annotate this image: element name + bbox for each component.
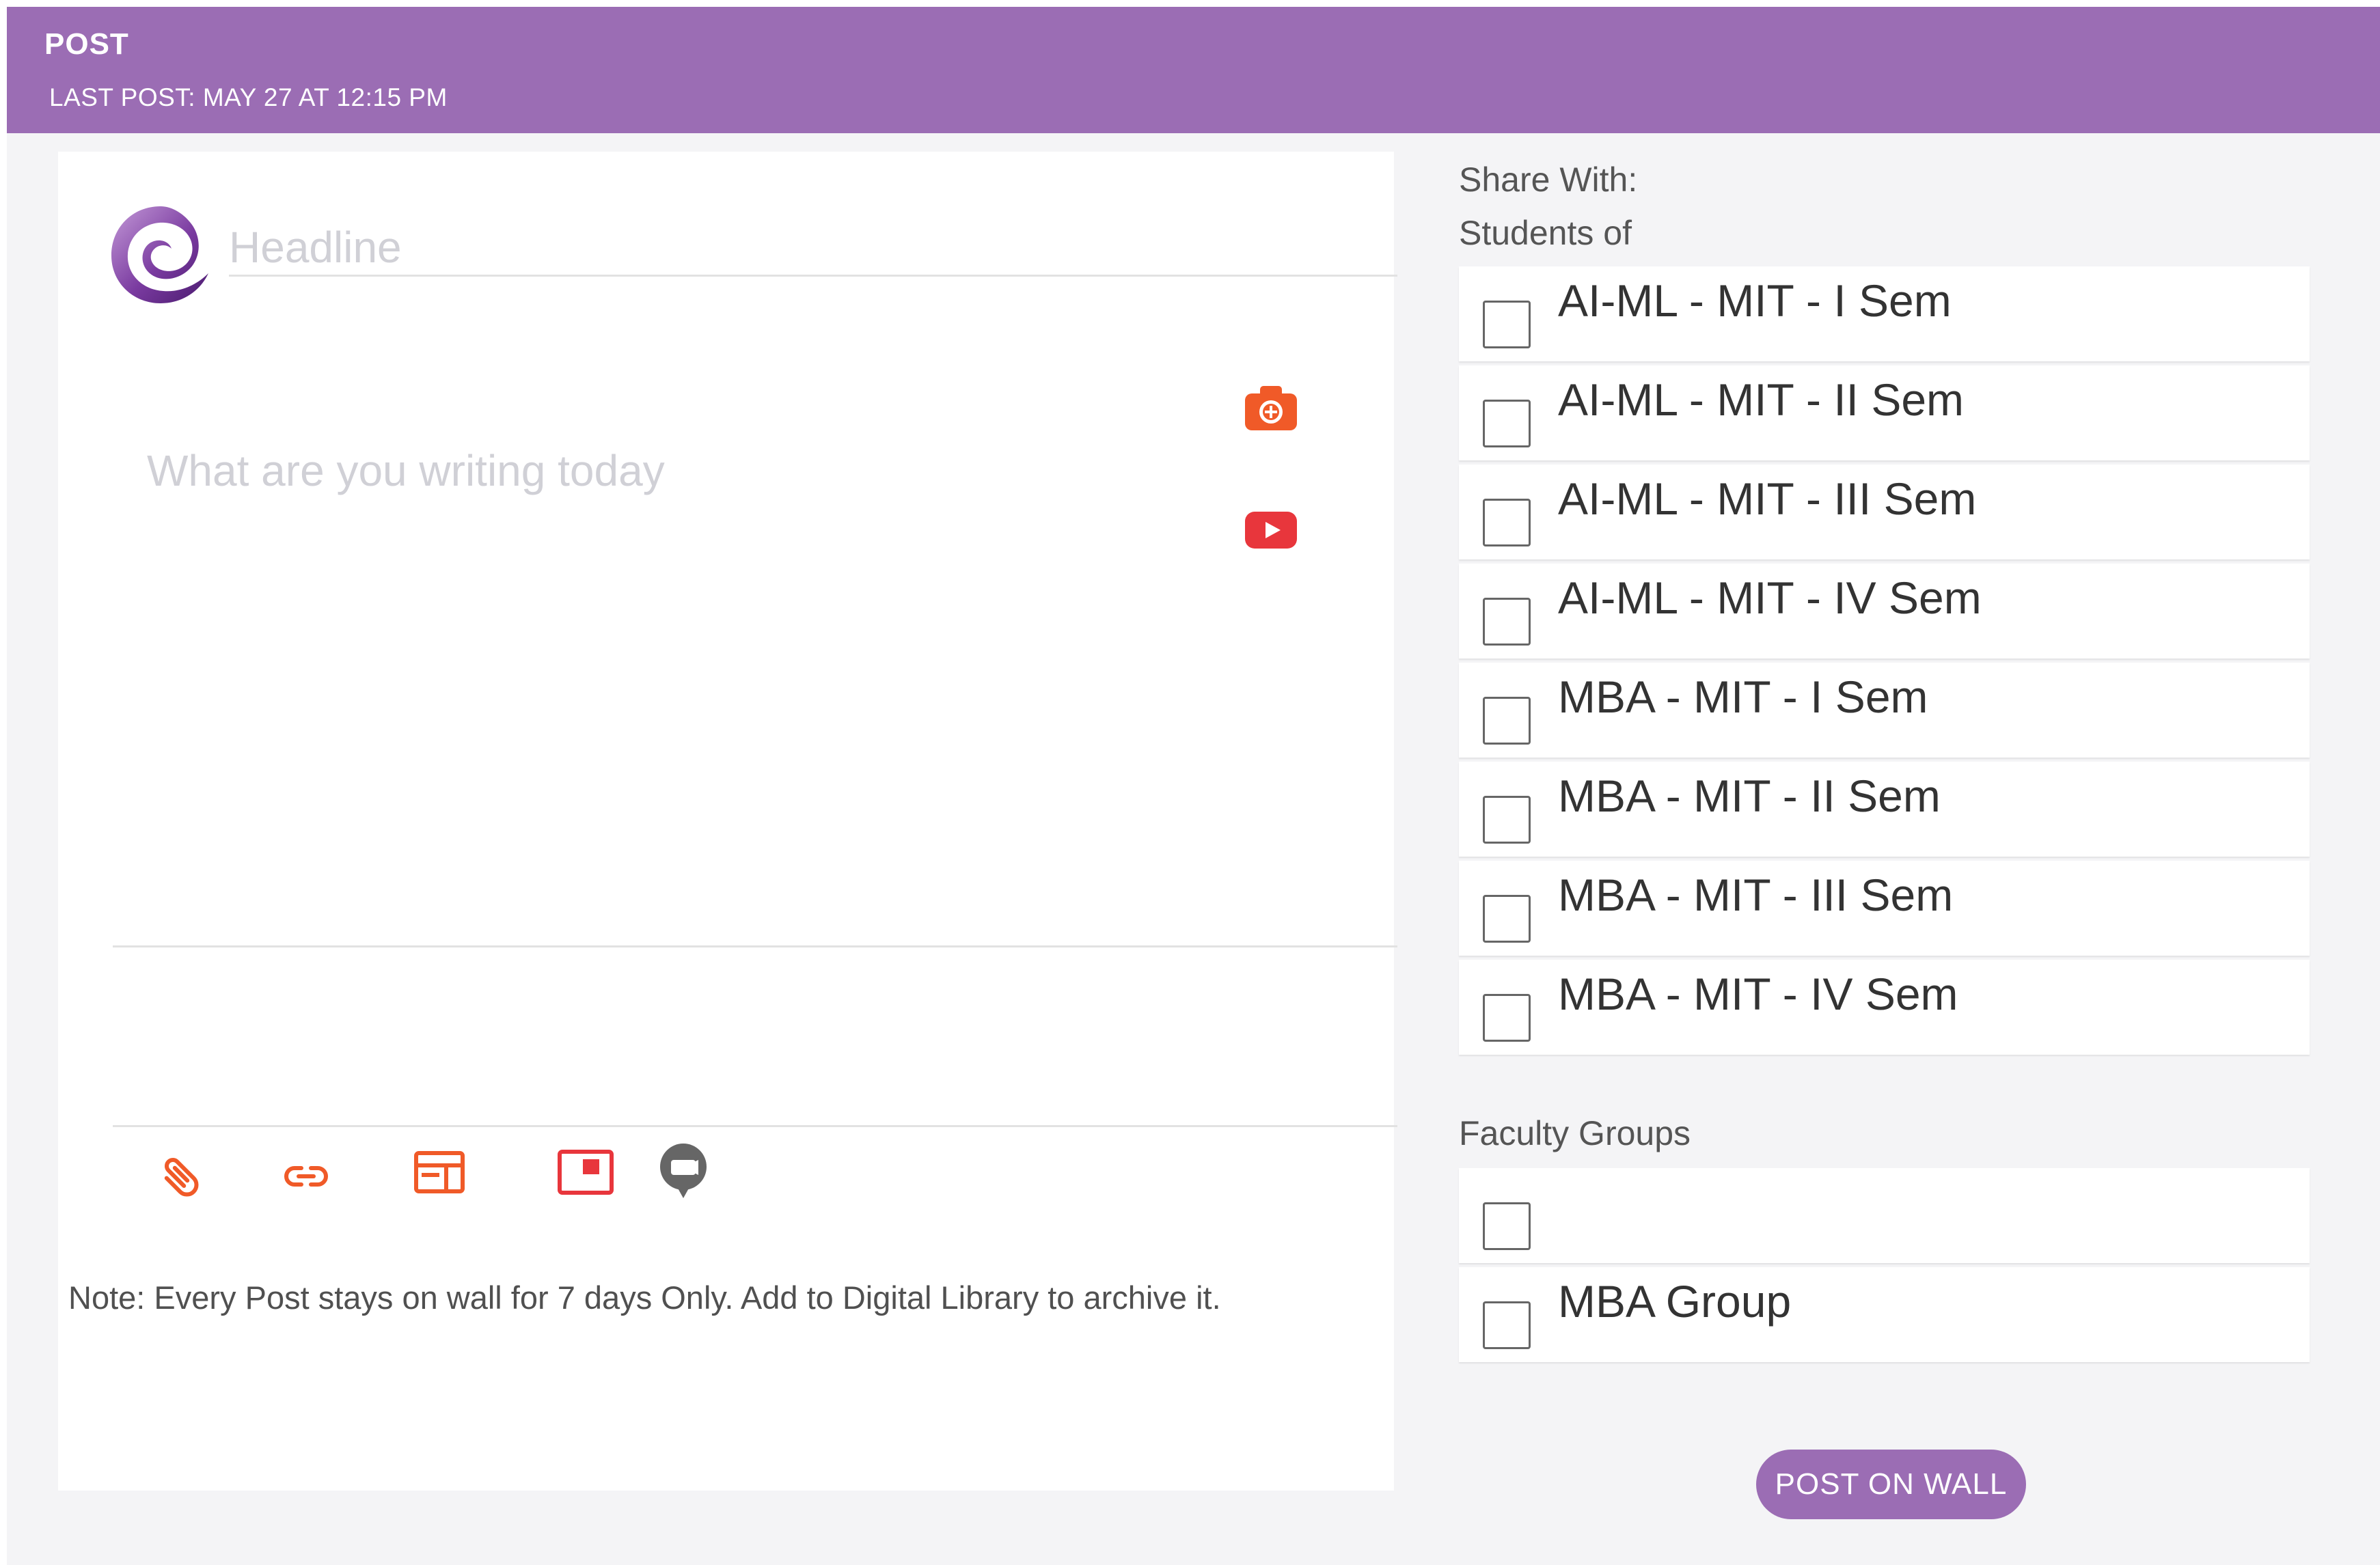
slideshow-icon[interactable]	[557, 1149, 614, 1195]
page: POST LAST POST: MAY 27 AT 12:15 PM Headl…	[7, 7, 2380, 1565]
student-group-label: AI-ML - MIT - III Sem	[1558, 473, 1977, 524]
student-group-label: MBA - MIT - IV Sem	[1558, 969, 1958, 1019]
checkbox[interactable]	[1483, 895, 1531, 943]
retention-note: Note: Every Post stays on wall for 7 day…	[68, 1279, 1221, 1316]
checkbox[interactable]	[1483, 1301, 1531, 1349]
page-header: POST LAST POST: MAY 27 AT 12:15 PM	[7, 7, 2380, 133]
share-with-label: Share With:	[1459, 161, 1638, 199]
last-post-timestamp: LAST POST: MAY 27 AT 12:15 PM	[49, 83, 448, 111]
page-title: POST	[44, 27, 129, 61]
student-group-option[interactable]: AI-ML - MIT - II Sem	[1459, 365, 2310, 460]
post-composer: Note: Every Post stays on wall for 7 day…	[58, 152, 1397, 1491]
post-on-wall-button[interactable]: POST ON WALL	[1756, 1450, 2026, 1519]
student-group-option[interactable]: AI-ML - MIT - I Sem	[1459, 266, 2310, 361]
student-group-label: MBA - MIT - II Sem	[1558, 771, 1941, 821]
checkbox[interactable]	[1483, 994, 1531, 1042]
checkbox[interactable]	[1483, 697, 1531, 745]
checkbox[interactable]	[1483, 400, 1531, 447]
students-of-label: Students of	[1459, 214, 1632, 252]
checkbox[interactable]	[1483, 301, 1531, 348]
link-icon[interactable]	[284, 1163, 329, 1190]
faculty-group-label: MBA Group	[1558, 1276, 1792, 1327]
student-group-option[interactable]: MBA - MIT - II Sem	[1459, 762, 2310, 857]
faculty-group-option[interactable]: MBA Group	[1459, 1267, 2310, 1362]
checkbox[interactable]	[1483, 796, 1531, 844]
layout-icon[interactable]	[413, 1150, 465, 1194]
student-group-option[interactable]: AI-ML - MIT - IV Sem	[1459, 564, 2310, 659]
faculty-group-option[interactable]	[1459, 1168, 2310, 1263]
student-group-option[interactable]: AI-ML - MIT - III Sem	[1459, 465, 2310, 559]
paperclip-icon[interactable]	[157, 1150, 205, 1198]
student-group-label: MBA - MIT - III Sem	[1558, 870, 1954, 920]
youtube-icon[interactable]	[1244, 510, 1298, 550]
faculty-groups-label: Faculty Groups	[1459, 1114, 1691, 1152]
student-group-label: AI-ML - MIT - II Sem	[1558, 374, 1965, 425]
chat-bubble-icon[interactable]	[656, 1141, 711, 1201]
student-group-option[interactable]: MBA - MIT - III Sem	[1459, 861, 2310, 956]
student-group-label: AI-ML - MIT - I Sem	[1558, 275, 1952, 326]
student-group-label: MBA - MIT - I Sem	[1558, 671, 1928, 722]
headline-input[interactable]	[229, 220, 1397, 277]
checkbox[interactable]	[1483, 499, 1531, 546]
checkbox[interactable]	[1483, 598, 1531, 646]
student-group-label: AI-ML - MIT - IV Sem	[1558, 572, 1982, 623]
divider	[113, 1125, 1397, 1127]
student-group-option[interactable]: MBA - MIT - IV Sem	[1459, 960, 2310, 1055]
app-logo	[111, 206, 208, 303]
checkbox[interactable]	[1483, 1202, 1531, 1250]
post-body-input[interactable]	[147, 445, 1240, 507]
camera-icon[interactable]	[1244, 384, 1298, 432]
student-group-option[interactable]: MBA - MIT - I Sem	[1459, 663, 2310, 758]
divider	[113, 945, 1397, 947]
